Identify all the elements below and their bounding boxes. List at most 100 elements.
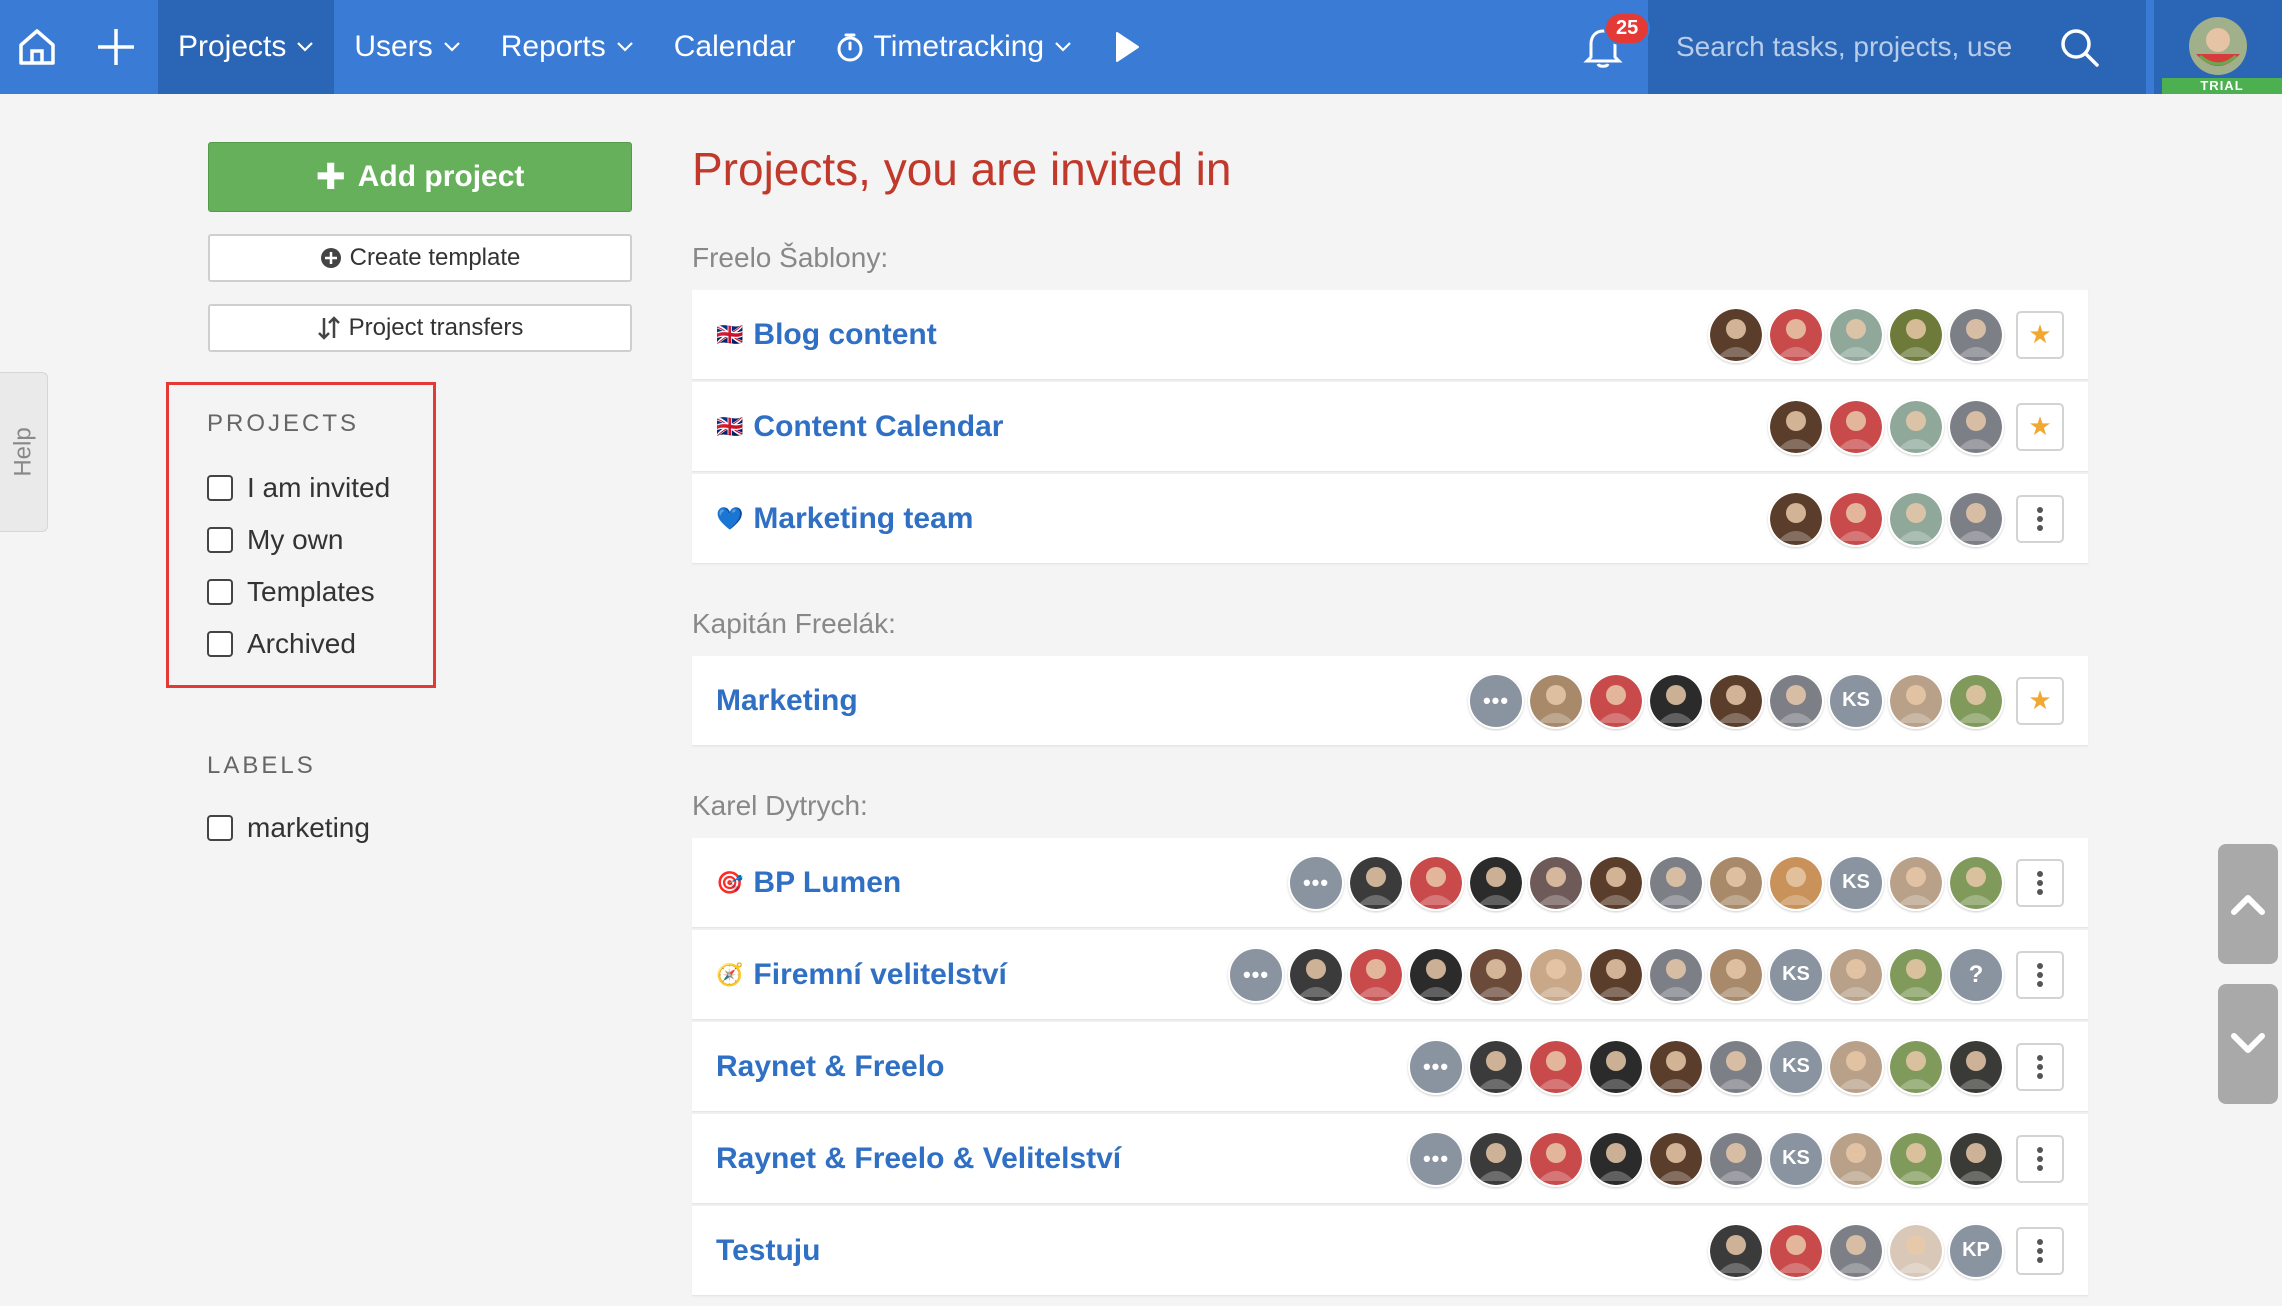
member-avatar-initials: KS	[1768, 1038, 1824, 1095]
member-avatar	[1888, 946, 1944, 1003]
filter-my-own[interactable]: My own	[207, 524, 343, 556]
member-avatar	[1888, 1222, 1944, 1279]
project-transfers-button[interactable]: Project transfers	[208, 304, 632, 352]
more-vertical-icon	[2037, 1054, 2043, 1079]
filter-templates[interactable]: Templates	[207, 576, 375, 608]
member-avatar	[1648, 1130, 1704, 1187]
project-members: KP	[1704, 1222, 2004, 1279]
notification-count-badge: 25	[1604, 12, 1651, 45]
member-avatar-initials: KS	[1768, 946, 1824, 1003]
project-menu-button[interactable]	[2016, 1042, 2064, 1091]
project-members: ••• KS	[1404, 1130, 2004, 1187]
project-row: 🎯 BP Lumen ••• KS	[692, 838, 2088, 928]
project-menu-button[interactable]	[2016, 950, 2064, 999]
nav-projects[interactable]: Projects	[158, 0, 335, 94]
project-link[interactable]: Marketing	[716, 684, 858, 718]
member-avatar-initials: KS	[1828, 672, 1884, 729]
project-menu-button[interactable]	[2016, 1226, 2064, 1275]
more-members-button[interactable]: •••	[1288, 854, 1344, 911]
project-link[interactable]: 🇬🇧 Content Calendar	[716, 410, 1003, 444]
project-name: Firemní velitelství	[753, 957, 1007, 991]
project-row: Marketing ••• KS ★	[692, 656, 2088, 746]
favorite-star-button[interactable]: ★	[2016, 676, 2064, 725]
nav-calendar-label: Calendar	[673, 30, 796, 63]
scroll-up-button[interactable]	[2218, 844, 2278, 964]
member-avatar	[1348, 946, 1404, 1003]
member-avatar	[1468, 946, 1524, 1003]
project-link[interactable]: Raynet & Freelo & Velitelství	[716, 1142, 1121, 1176]
more-vertical-icon	[2037, 870, 2043, 895]
project-menu-button[interactable]	[2016, 1134, 2064, 1183]
search-button[interactable]	[2058, 26, 2100, 68]
star-icon: ★	[2028, 411, 2052, 441]
help-tab[interactable]: Help	[0, 372, 48, 532]
project-menu-button[interactable]	[2016, 494, 2064, 543]
more-members-button[interactable]: •••	[1408, 1130, 1464, 1187]
member-avatar	[1708, 946, 1764, 1003]
project-link[interactable]: 💙 Marketing team	[716, 502, 973, 536]
member-avatar	[1588, 672, 1644, 729]
member-avatar	[1888, 490, 1944, 547]
project-transfers-label: Project transfers	[348, 314, 524, 341]
nav-users[interactable]: Users	[334, 0, 480, 94]
project-link[interactable]: 🎯 BP Lumen	[716, 866, 901, 900]
more-members-button[interactable]: •••	[1408, 1038, 1464, 1095]
user-avatar	[2189, 17, 2247, 75]
notifications-button[interactable]: 25	[1558, 0, 1651, 94]
start-timer-button[interactable]	[1092, 0, 1162, 94]
project-link[interactable]: 🇬🇧 Blog content	[716, 318, 937, 352]
label-filter-marketing[interactable]: marketing	[207, 812, 370, 844]
nav-timetracking[interactable]: Timetracking	[816, 0, 1093, 94]
member-avatar	[1948, 490, 2004, 547]
member-avatar	[1948, 398, 2004, 455]
member-avatar	[1828, 1222, 1884, 1279]
user-menu[interactable]: TRIAL	[2154, 0, 2282, 94]
checkbox[interactable]	[207, 631, 233, 657]
checkbox[interactable]	[207, 527, 233, 553]
member-avatar	[1528, 1038, 1584, 1095]
filter-i-am-invited[interactable]: I am invited	[207, 472, 390, 504]
quick-add-button[interactable]	[74, 0, 158, 94]
project-row: 🧭 Firemní velitelství ••• KS?	[692, 930, 2088, 1020]
member-avatar	[1528, 854, 1584, 911]
more-members-button[interactable]: •••	[1228, 946, 1284, 1003]
checkbox[interactable]	[207, 475, 233, 501]
nav-calendar[interactable]: Calendar	[654, 0, 816, 94]
more-members-button[interactable]: •••	[1468, 672, 1524, 729]
project-menu-button[interactable]	[2016, 858, 2064, 907]
member-avatar	[1768, 398, 1824, 455]
member-avatar	[1828, 398, 1884, 455]
scroll-down-button[interactable]	[2218, 984, 2278, 1104]
favorite-star-button[interactable]: ★	[2016, 310, 2064, 359]
create-template-button[interactable]: Create template	[208, 234, 632, 282]
search-input[interactable]	[1676, 31, 2026, 63]
more-vertical-icon	[2037, 1238, 2043, 1263]
project-name: Raynet & Freelo	[716, 1049, 945, 1083]
favorite-star-button[interactable]: ★	[2016, 402, 2064, 451]
filter-archived[interactable]: Archived	[207, 628, 356, 660]
project-row: 💙 Marketing team	[692, 474, 2088, 564]
checkbox[interactable]	[207, 815, 233, 841]
chevron-down-icon	[1054, 41, 1072, 53]
member-avatar	[1828, 1038, 1884, 1095]
group-label: Karel Dytrych:	[692, 790, 868, 821]
project-name: Content Calendar	[753, 409, 1004, 443]
checkbox[interactable]	[207, 579, 233, 605]
project-emoji-icon: 💙	[716, 505, 744, 531]
project-emoji-icon: 🇬🇧	[716, 413, 744, 439]
member-avatar	[1528, 1130, 1584, 1187]
project-link[interactable]: Testuju	[716, 1234, 820, 1268]
project-emoji-icon: 🎯	[716, 869, 744, 895]
project-link[interactable]: Raynet & Freelo	[716, 1050, 944, 1084]
project-members	[1764, 490, 2004, 547]
member-avatar	[1888, 1130, 1944, 1187]
member-avatar	[1648, 1038, 1704, 1095]
create-template-label: Create template	[349, 244, 521, 271]
more-vertical-icon	[2037, 506, 2043, 531]
project-link[interactable]: 🧭 Firemní velitelství	[716, 958, 1007, 992]
nav-reports[interactable]: Reports	[481, 0, 654, 94]
add-project-button[interactable]: ✚ Add project	[208, 142, 632, 212]
home-button[interactable]	[0, 0, 74, 94]
chevron-down-icon	[443, 41, 461, 53]
star-icon: ★	[2028, 319, 2052, 349]
